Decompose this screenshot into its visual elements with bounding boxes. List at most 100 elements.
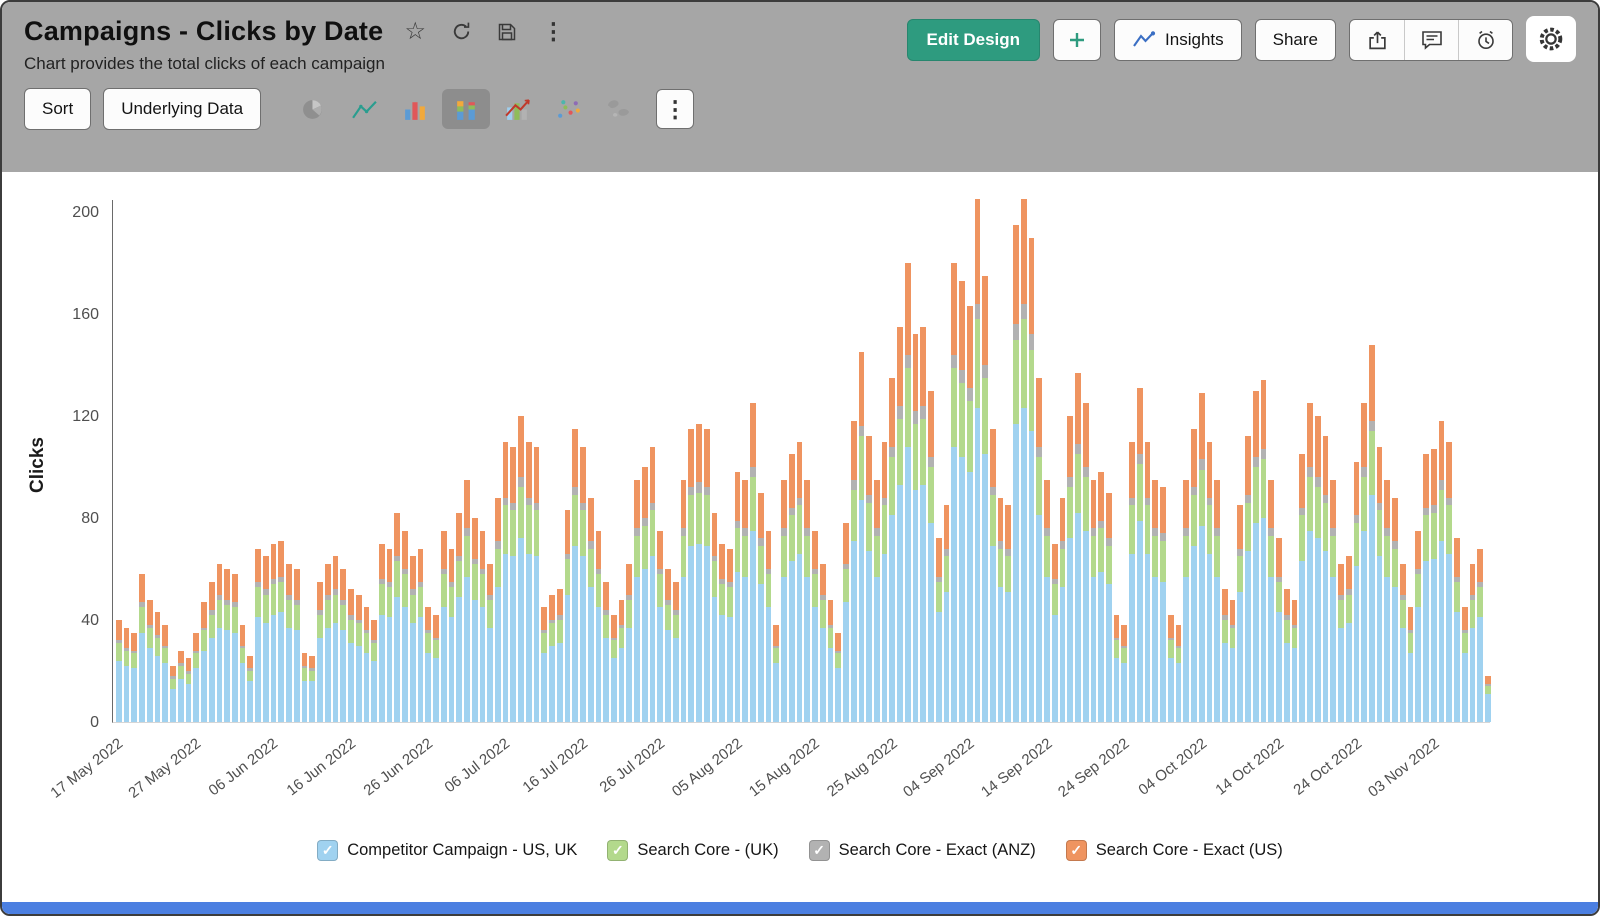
bar-segment[interactable]	[1137, 388, 1143, 454]
bar-segment[interactable]	[240, 625, 246, 645]
bar-segment[interactable]	[959, 383, 965, 457]
bar-segment[interactable]	[944, 556, 950, 592]
stacked-bar[interactable]	[333, 556, 339, 722]
bar-segment[interactable]	[882, 498, 888, 506]
bar-segment[interactable]	[1477, 549, 1483, 582]
alerts-button[interactable]	[1458, 20, 1512, 60]
bar-segment[interactable]	[387, 549, 393, 582]
bar-segment[interactable]	[1083, 467, 1089, 477]
bar-segment[interactable]	[704, 546, 710, 722]
bar-segment[interactable]	[843, 523, 849, 564]
bar-segment[interactable]	[201, 630, 207, 650]
bar-segment[interactable]	[1384, 480, 1390, 528]
bar-segment[interactable]	[1114, 640, 1120, 658]
bar-segment[interactable]	[1330, 577, 1336, 722]
bar-segment[interactable]	[1423, 515, 1429, 561]
stacked-bar[interactable]	[1207, 442, 1213, 722]
bar-segment[interactable]	[1005, 549, 1011, 557]
bar-segment[interactable]	[1005, 505, 1011, 548]
bar-segment[interactable]	[534, 447, 540, 503]
bar-segment[interactable]	[247, 656, 253, 669]
bar-segment[interactable]	[874, 528, 880, 536]
stacked-bar[interactable]	[1230, 600, 1236, 722]
bar-segment[interactable]	[201, 651, 207, 722]
legend-item[interactable]: ✓Search Core - (UK)	[607, 840, 778, 861]
bar-segment[interactable]	[572, 495, 578, 546]
stacked-bar[interactable]	[1292, 600, 1298, 722]
bar-segment[interactable]	[1160, 582, 1166, 722]
stacked-bar[interactable]	[897, 327, 903, 722]
bar-segment[interactable]	[1454, 582, 1460, 613]
bar-segment[interactable]	[812, 574, 818, 607]
bar-segment[interactable]	[766, 607, 772, 722]
bar-segment[interactable]	[920, 419, 926, 485]
bar-segment[interactable]	[681, 480, 687, 528]
bar-segment[interactable]	[1013, 225, 1019, 324]
bar-segment[interactable]	[634, 480, 640, 528]
stacked-bar[interactable]	[1315, 416, 1321, 722]
stacked-bar[interactable]	[1330, 480, 1336, 722]
stacked-bar[interactable]	[534, 447, 540, 722]
bar-segment[interactable]	[572, 487, 578, 495]
bar-segment[interactable]	[982, 276, 988, 365]
bar-segment[interactable]	[990, 487, 996, 495]
stacked-bar[interactable]	[340, 569, 346, 722]
bar-segment[interactable]	[441, 531, 447, 569]
bar-segment[interactable]	[696, 544, 702, 723]
stacked-bar[interactable]	[626, 564, 632, 722]
bar-segment[interactable]	[364, 633, 370, 653]
stacked-bar[interactable]	[1160, 487, 1166, 722]
bar-segment[interactable]	[278, 582, 284, 613]
stacked-bar[interactable]	[1114, 615, 1120, 722]
bar-segment[interactable]	[1261, 459, 1267, 518]
bar-segment[interactable]	[186, 658, 192, 671]
bar-segment[interactable]	[928, 523, 934, 722]
bar-segment[interactable]	[1485, 676, 1491, 684]
bar-segment[interactable]	[696, 493, 702, 544]
bar-segment[interactable]	[209, 638, 215, 722]
bar-segment[interactable]	[1423, 508, 1429, 516]
bar-segment[interactable]	[348, 643, 354, 722]
bar-segment[interactable]	[1446, 498, 1452, 506]
stacked-bar[interactable]	[557, 589, 563, 722]
bar-segment[interactable]	[1230, 628, 1236, 648]
bar-segment[interactable]	[1299, 454, 1305, 508]
bar-segment[interactable]	[797, 442, 803, 498]
bar-segment[interactable]	[1408, 633, 1414, 653]
bar-segment[interactable]	[348, 620, 354, 643]
stacked-bar[interactable]	[843, 523, 849, 722]
bar-segment[interactable]	[449, 587, 455, 618]
stacked-bar[interactable]	[1060, 498, 1066, 722]
stacked-bar[interactable]	[1284, 589, 1290, 722]
bar-segment[interactable]	[1098, 472, 1104, 520]
stacked-bar[interactable]	[905, 263, 911, 722]
bar-segment[interactable]	[1176, 663, 1182, 722]
bar-segment[interactable]	[1377, 510, 1383, 556]
stacked-bar[interactable]	[247, 656, 253, 722]
bar-segment[interactable]	[232, 574, 238, 602]
bar-segment[interactable]	[897, 406, 903, 419]
bar-segment[interactable]	[317, 615, 323, 638]
legend-checkbox-icon[interactable]: ✓	[317, 840, 338, 861]
stacked-bar[interactable]	[1083, 403, 1089, 722]
bar-segment[interactable]	[1369, 495, 1375, 722]
stacked-bar[interactable]	[425, 607, 431, 722]
bar-segment[interactable]	[1160, 541, 1166, 582]
bar-segment[interactable]	[1439, 541, 1445, 722]
bar-segment[interactable]	[131, 668, 137, 722]
bar-segment[interactable]	[1114, 658, 1120, 722]
stacked-bar[interactable]	[418, 549, 424, 722]
bar-segment[interactable]	[325, 600, 331, 628]
bar-segment[interactable]	[503, 498, 509, 506]
bar-segment[interactable]	[541, 653, 547, 722]
stacked-bar[interactable]	[773, 625, 779, 722]
bar-segment[interactable]	[626, 564, 632, 595]
bar-segment[interactable]	[278, 541, 284, 577]
bar-segment[interactable]	[255, 549, 261, 582]
bar-segment[interactable]	[1052, 615, 1058, 722]
stacked-bar[interactable]	[1021, 199, 1027, 722]
bar-segment[interactable]	[1354, 515, 1360, 523]
stacked-bar[interactable]	[379, 544, 385, 722]
bar-segment[interactable]	[758, 538, 764, 546]
bar-segment[interactable]	[1029, 431, 1035, 722]
